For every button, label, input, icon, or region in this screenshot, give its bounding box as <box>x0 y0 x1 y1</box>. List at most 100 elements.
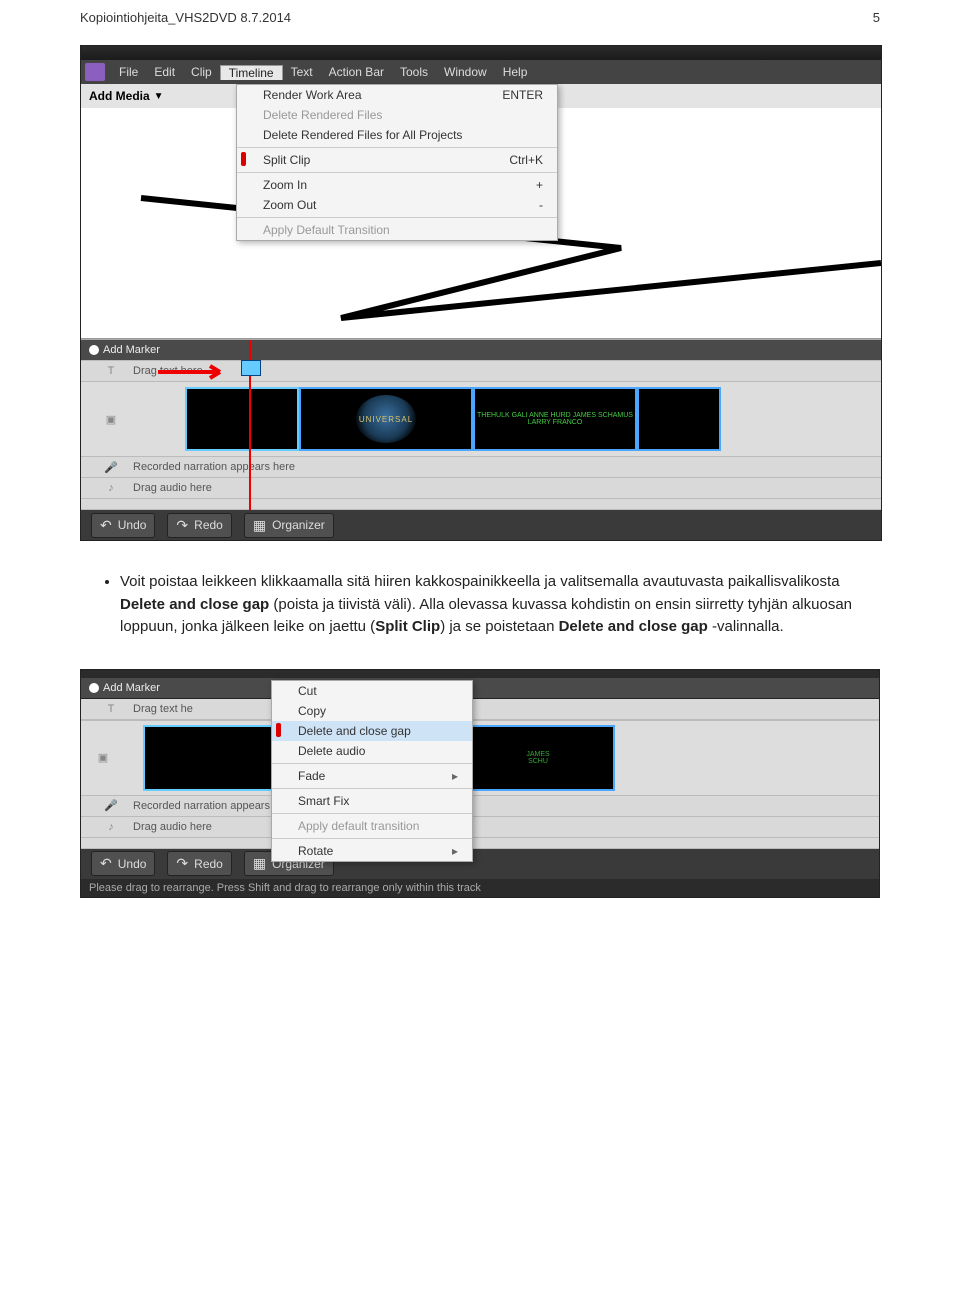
screenshot-timeline-menu: File Edit Clip Timeline Text Action Bar … <box>80 45 882 541</box>
redo-icon: ↷ <box>176 855 188 872</box>
text-track-placeholder: Drag text he <box>133 703 193 715</box>
label: Delete Rendered Files for All Projects <box>263 128 462 142</box>
label: Delete and close gap <box>298 724 411 738</box>
add-marker-label: Add Marker <box>103 344 160 356</box>
undo-button[interactable]: ↶Undo <box>91 851 155 876</box>
audio-icon: ♪ <box>89 482 133 494</box>
shortcut: - <box>539 198 543 212</box>
audio-track[interactable]: ♪ Drag audio here <box>81 817 879 838</box>
label: Rotate <box>298 844 333 858</box>
label: Split Clip <box>263 153 310 167</box>
video-clip-4[interactable] <box>637 387 721 451</box>
redo-button[interactable]: ↷ Redo <box>167 851 231 876</box>
menu-delete-rendered-all[interactable]: Delete Rendered Files for All Projects <box>237 125 557 145</box>
label: Apply Default Transition <box>263 223 390 237</box>
label: Cut <box>298 684 317 698</box>
add-marker-label: Add Marker <box>103 682 160 694</box>
ctx-delete-audio[interactable]: Delete audio <box>272 741 472 761</box>
t: Delete and close gap <box>120 596 269 613</box>
menu-window[interactable]: Window <box>436 65 495 79</box>
marker-icon <box>89 683 99 693</box>
menu-zoom-out[interactable]: Zoom Out - <box>237 195 557 215</box>
menu-zoom-in[interactable]: Zoom In + <box>237 175 557 195</box>
video-clip-1[interactable] <box>185 387 299 451</box>
annotation-highlight <box>241 152 246 166</box>
video-track-icon: ▣ <box>89 413 133 426</box>
audio-track[interactable]: ♪ Drag audio here <box>81 478 881 499</box>
audio-icon: ♪ <box>89 821 133 833</box>
instruction-text: Voit poistaa leikkeen klikkaamalla sitä … <box>80 571 880 639</box>
t: Split Clip <box>375 618 440 635</box>
label: Render Work Area <box>263 88 362 102</box>
window-titlebar <box>81 46 881 60</box>
label: Delete Rendered Files <box>263 108 382 122</box>
narration-track[interactable]: 🎤 Recorded narration appears here <box>81 457 881 478</box>
video-track[interactable]: ▣ JAMESSCHU <box>81 720 879 796</box>
add-marker-row[interactable]: Add Marker <box>81 678 879 699</box>
menu-apply-transition: Apply Default Transition <box>237 220 557 240</box>
redo-label: Redo <box>194 857 223 871</box>
ctx-rotate[interactable]: Rotate <box>272 841 472 861</box>
scrollbar[interactable] <box>81 499 881 510</box>
text-track-icon: T <box>89 365 133 377</box>
footer-toolbar: ↶Undo ↷Redo ▦Organizer <box>81 849 879 879</box>
mic-icon: 🎤 <box>89 461 133 474</box>
mic-icon: 🎤 <box>89 799 133 812</box>
status-bar: Please drag to rearrange. Press Shift an… <box>81 879 879 897</box>
label: Delete audio <box>298 744 365 758</box>
shortcut: Ctrl+K <box>509 153 543 167</box>
ctx-cut[interactable]: Cut <box>272 681 472 701</box>
ctx-fade[interactable]: Fade <box>272 766 472 786</box>
label: Smart Fix <box>298 794 349 808</box>
add-marker-row[interactable]: Add Marker <box>81 340 881 361</box>
playhead-handle[interactable] <box>241 360 261 376</box>
annotation-arrow <box>156 364 236 380</box>
narration-placeholder: Recorded narration appears here <box>133 461 295 473</box>
undo-icon: ↶ <box>100 517 112 534</box>
menu-help[interactable]: Help <box>495 65 536 79</box>
undo-icon: ↶ <box>100 855 112 872</box>
page-number: 5 <box>873 10 880 25</box>
menu-tools[interactable]: Tools <box>392 65 436 79</box>
video-clip-3[interactable]: THEHULK GALI ANNE HURD JAMES SCHAMUS LAR… <box>473 387 637 451</box>
video-track-icon: ▣ <box>81 751 125 764</box>
organizer-label: Organizer <box>272 518 325 532</box>
video-track[interactable]: ▣ THEHULK GALI ANNE HURD JAMES SCHAMUS L… <box>81 382 881 457</box>
undo-button[interactable]: ↶ Undo <box>91 513 155 538</box>
marker-icon <box>89 345 99 355</box>
menu-clip[interactable]: Clip <box>183 65 220 79</box>
video-clip-2[interactable] <box>299 387 473 451</box>
app-icon <box>85 63 105 81</box>
text-track[interactable]: T Drag text he <box>81 699 879 720</box>
caret-down-icon: ▼ <box>154 91 164 102</box>
scrollbar[interactable] <box>81 838 879 849</box>
organizer-button[interactable]: ▦ Organizer <box>244 513 334 538</box>
undo-label: Undo <box>118 518 147 532</box>
menu-file[interactable]: File <box>111 65 146 79</box>
ctx-smartfix[interactable]: Smart Fix <box>272 791 472 811</box>
menu-actionbar[interactable]: Action Bar <box>321 65 392 79</box>
menu-text[interactable]: Text <box>283 65 321 79</box>
footer-toolbar: ↶ Undo ↷Redo ▦ Organizer <box>81 510 881 540</box>
menu-bar: File Edit Clip Timeline Text Action Bar … <box>81 60 881 84</box>
ctx-copy[interactable]: Copy <box>272 701 472 721</box>
t: Delete and close gap <box>559 618 708 635</box>
timeline-panel-2: Add Marker T Drag text he ▣ JAMESSCHU 🎤 … <box>81 678 879 849</box>
menu-timeline[interactable]: Timeline <box>220 65 283 80</box>
shortcut: + <box>536 178 543 192</box>
ctx-apply-transition: Apply default transition <box>272 816 472 836</box>
menu-render-work-area[interactable]: Render Work Area ENTER <box>237 85 557 105</box>
annotation-highlight <box>276 723 281 737</box>
audio-placeholder: Drag audio here <box>133 482 212 494</box>
label: Copy <box>298 704 326 718</box>
redo-button[interactable]: ↷Redo <box>167 513 231 538</box>
timeline-panel: Add Marker T Drag text here ▣ THEHULK GA… <box>81 339 881 510</box>
menu-edit[interactable]: Edit <box>146 65 183 79</box>
menu-split-clip[interactable]: Split Clip Ctrl+K <box>237 150 557 170</box>
ctx-delete-close-gap[interactable]: Delete and close gap <box>272 721 472 741</box>
credits-thumbnail: JAMESSCHU <box>524 749 551 767</box>
menu-delete-rendered: Delete Rendered Files <box>237 105 557 125</box>
label: Apply default transition <box>298 819 419 833</box>
organizer-icon: ▦ <box>253 517 266 534</box>
narration-track[interactable]: 🎤 Recorded narration appears here <box>81 796 879 817</box>
